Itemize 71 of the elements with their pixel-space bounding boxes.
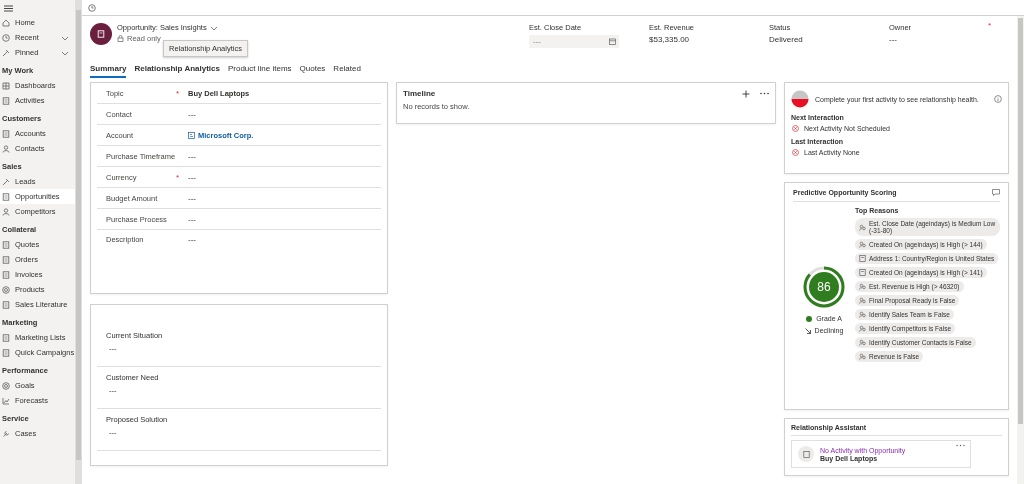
tab[interactable]: Quotes	[299, 64, 326, 76]
document-icon	[97, 30, 105, 38]
score-value: 86	[816, 280, 832, 294]
field-value: $53,335.00	[649, 35, 690, 44]
field-value: ---	[188, 235, 196, 244]
pin-icon	[2, 48, 10, 57]
person-icon	[2, 207, 10, 216]
people-icon	[859, 311, 866, 318]
grid-icon	[2, 81, 10, 90]
target-icon	[2, 381, 10, 390]
tab[interactable]: Product line items	[227, 64, 292, 76]
arrow-down-right-icon	[804, 327, 811, 334]
required-marker: *	[176, 172, 181, 182]
people-icon	[859, 353, 866, 360]
field-value: ---	[188, 193, 196, 203]
calendar-icon	[609, 38, 616, 45]
document-icon	[2, 240, 10, 249]
score-ring	[803, 266, 845, 308]
tab[interactable]: Summary	[90, 64, 127, 78]
line-chart-icon	[2, 396, 10, 405]
clock-icon	[2, 33, 10, 42]
date-field[interactable]: ---	[529, 35, 619, 48]
required-marker: *	[176, 88, 181, 98]
people-icon	[859, 339, 866, 346]
more-icon[interactable]	[956, 444, 965, 447]
document-icon	[2, 129, 10, 138]
timeline-title: Timeline	[403, 89, 437, 98]
field-value: ---	[188, 214, 196, 224]
chevron-down-icon[interactable]	[209, 24, 218, 31]
document-icon	[859, 269, 866, 276]
document-icon	[2, 333, 10, 342]
scrollbar[interactable]	[1017, 16, 1024, 484]
info-icon[interactable]	[994, 95, 1002, 103]
people-icon	[859, 283, 866, 290]
comment-icon[interactable]	[992, 189, 1000, 196]
tab[interactable]: Relationship Analytics	[134, 64, 220, 76]
people-icon	[859, 297, 866, 304]
document-icon	[2, 348, 10, 357]
error-icon	[792, 125, 799, 132]
document-icon	[859, 255, 866, 262]
field-value: ---	[188, 172, 196, 182]
field-value: ---	[188, 151, 196, 161]
grade-dot	[806, 315, 813, 322]
document-icon	[2, 255, 10, 264]
target-icon	[2, 285, 10, 294]
document-icon	[2, 192, 10, 201]
lock-icon	[117, 35, 124, 42]
document-icon	[2, 300, 10, 309]
field-value: ---	[889, 35, 897, 44]
people-icon	[859, 223, 866, 231]
menu-icon[interactable]	[4, 5, 13, 12]
field-value: ---	[188, 109, 196, 119]
tab[interactable]: Related	[333, 64, 361, 76]
field-value: Delivered	[769, 35, 803, 44]
people-icon	[859, 241, 866, 248]
home-icon	[2, 18, 10, 27]
error-icon	[792, 149, 799, 156]
clock-icon[interactable]	[88, 3, 96, 12]
document-icon	[2, 270, 10, 279]
required-marker: *	[987, 21, 991, 30]
person-icon	[2, 144, 10, 153]
scrollbar[interactable]	[75, 0, 82, 484]
more-icon[interactable]	[760, 92, 769, 95]
document-icon	[2, 96, 10, 105]
pin-icon	[2, 177, 10, 186]
account-icon	[188, 131, 195, 139]
health-indicator-icon	[791, 90, 809, 108]
people-icon	[859, 325, 866, 332]
wrench-icon	[2, 429, 10, 438]
plus-icon[interactable]	[742, 89, 750, 98]
document-icon	[802, 450, 810, 458]
